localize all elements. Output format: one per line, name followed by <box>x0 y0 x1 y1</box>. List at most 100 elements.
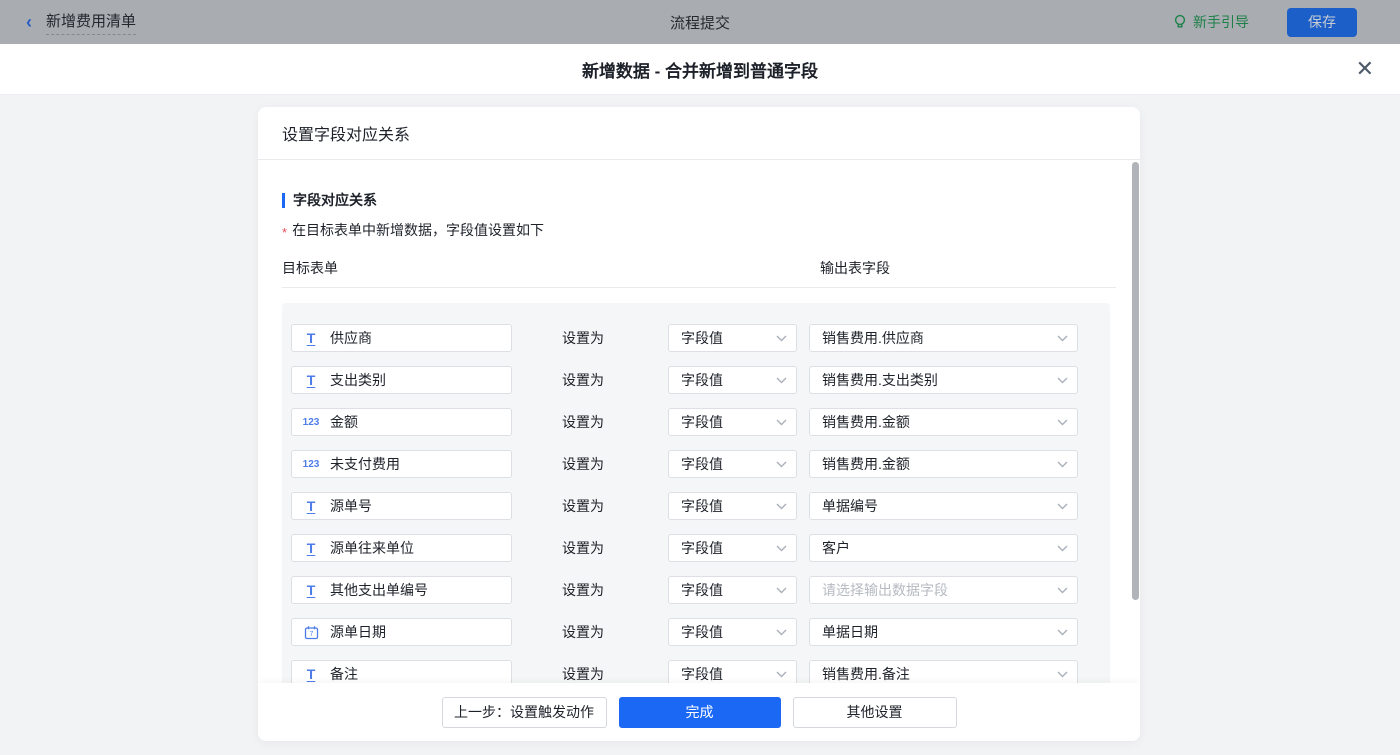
set-as-label: 设置为 <box>562 414 604 430</box>
output-field-select[interactable]: 请选择输出数据字段 <box>809 576 1078 604</box>
field-mapping-row: T 其他支出单编号 设置为 字段值 请选择输出数据字段 <box>291 569 1110 611</box>
target-field-name: 源单号 <box>330 498 372 514</box>
value-mode-select[interactable]: 字段值 <box>668 534 797 562</box>
field-mapping-row: T 源单号 设置为 字段值 单据编号 <box>291 485 1110 527</box>
target-field-box: T 其他支出单编号 <box>291 576 512 604</box>
set-as-label: 设置为 <box>562 582 604 598</box>
modal-body: 设置字段对应关系 字段对应关系 * 在目标表单中新增数据，字段值设置如下 目标表… <box>0 95 1400 755</box>
target-field-box: T 供应商 <box>291 324 512 352</box>
output-field-select[interactable]: 销售费用.备注 <box>809 660 1078 683</box>
number-field-icon: 123 <box>302 458 320 470</box>
chevron-down-icon <box>1057 335 1068 342</box>
set-as-label: 设置为 <box>562 624 604 640</box>
done-button[interactable]: 完成 <box>618 696 781 728</box>
column-headers: 目标表单 输出表字段 <box>282 256 1116 288</box>
output-field-select[interactable]: 单据编号 <box>809 492 1078 520</box>
field-mapping-row: 123 金额 设置为 字段值 销售费用.金额 <box>291 401 1110 443</box>
value-mode-select[interactable]: 字段值 <box>668 366 797 394</box>
chevron-down-icon <box>1057 545 1068 552</box>
beginner-guide-link[interactable]: 新手引导 <box>1173 12 1249 32</box>
topbar-left: ‹ 新增费用清单 <box>0 10 137 35</box>
set-as-label: 设置为 <box>562 456 604 472</box>
beginner-guide-label: 新手引导 <box>1193 14 1249 30</box>
target-field-name: 支出类别 <box>330 372 386 388</box>
field-mapping-row: T 供应商 设置为 字段值 销售费用.供应商 <box>291 317 1110 359</box>
value-mode-select[interactable]: 字段值 <box>668 324 797 352</box>
set-as-label: 设置为 <box>562 498 604 514</box>
text-field-icon: T <box>306 372 316 388</box>
text-field-icon: T <box>306 540 316 556</box>
text-field-icon: T <box>306 498 316 514</box>
section-title: 字段对应关系 <box>293 192 377 208</box>
close-icon[interactable]: ✕ <box>1356 58 1374 80</box>
vertical-scrollbar-thumb[interactable] <box>1132 162 1139 600</box>
output-field-select[interactable]: 销售费用.金额 <box>809 408 1078 436</box>
field-mapping-card: 设置字段对应关系 字段对应关系 * 在目标表单中新增数据，字段值设置如下 目标表… <box>258 107 1140 741</box>
chevron-down-icon <box>776 461 787 468</box>
chevron-down-icon <box>1057 503 1068 510</box>
section-head: 字段对应关系 <box>282 190 1116 210</box>
value-mode-select[interactable]: 字段值 <box>668 408 797 436</box>
card-header-title: 设置字段对应关系 <box>282 127 411 144</box>
chevron-down-icon <box>776 377 787 384</box>
target-field-box: 123 未支付费用 <box>291 450 512 478</box>
modal-title: 新增数据 - 合并新增到普通字段 <box>581 61 819 81</box>
field-mapping-row: T 源单往来单位 设置为 字段值 客户 <box>291 527 1110 569</box>
field-mapping-row: 123 未支付费用 设置为 字段值 销售费用.金额 <box>291 443 1110 485</box>
target-field-name: 源单日期 <box>330 624 386 640</box>
card-footer: 上一步：设置触发动作 完成 其他设置 <box>258 683 1140 741</box>
output-field-select[interactable]: 销售费用.供应商 <box>809 324 1078 352</box>
section-accent-bar <box>282 192 285 208</box>
chevron-down-icon <box>776 419 787 426</box>
target-field-box: 7 源单日期 <box>291 618 512 646</box>
field-mapping-row: T 备注 设置为 字段值 销售费用.备注 <box>291 653 1110 683</box>
set-as-label: 设置为 <box>562 540 604 556</box>
set-as-label: 设置为 <box>562 372 604 388</box>
text-field-icon: T <box>306 582 316 598</box>
number-field-icon: 123 <box>302 416 320 428</box>
value-mode-select[interactable]: 字段值 <box>668 492 797 520</box>
target-field-box: T 支出类别 <box>291 366 512 394</box>
target-field-name: 未支付费用 <box>330 456 400 472</box>
field-mapping-row: 7 源单日期 设置为 字段值 单据日期 <box>291 611 1110 653</box>
chevron-down-icon <box>1057 587 1068 594</box>
target-field-name: 金额 <box>330 414 358 430</box>
previous-step-button[interactable]: 上一步：设置触发动作 <box>441 696 607 728</box>
output-field-select[interactable]: 客户 <box>809 534 1078 562</box>
text-field-icon: T <box>306 666 316 682</box>
column-header-output-field: 输出表字段 <box>820 260 890 276</box>
topbar-right: 新手引导 保存 <box>1173 7 1400 37</box>
target-field-box: 123 金额 <box>291 408 512 436</box>
text-field-icon: T <box>306 330 316 346</box>
output-field-select[interactable]: 销售费用.金额 <box>809 450 1078 478</box>
save-button[interactable]: 保存 <box>1287 7 1357 37</box>
chevron-down-icon <box>1057 461 1068 468</box>
card-body: 字段对应关系 * 在目标表单中新增数据，字段值设置如下 目标表单 输出表字段 T… <box>258 160 1140 683</box>
card-header: 设置字段对应关系 <box>258 107 1140 160</box>
date-field-icon: 7 <box>302 625 320 640</box>
other-settings-button[interactable]: 其他设置 <box>792 696 957 728</box>
value-mode-select[interactable]: 字段值 <box>668 576 797 604</box>
flow-name-title[interactable]: 新增费用清单 <box>46 10 137 35</box>
value-mode-select[interactable]: 字段值 <box>668 450 797 478</box>
target-field-box: T 备注 <box>291 660 512 683</box>
output-field-select[interactable]: 销售费用.支出类别 <box>809 366 1078 394</box>
target-field-name: 供应商 <box>330 330 372 346</box>
mapping-note: * 在目标表单中新增数据，字段值设置如下 <box>282 220 1116 240</box>
value-mode-select[interactable]: 字段值 <box>668 660 797 683</box>
modal-header: 新增数据 - 合并新增到普通字段 ✕ <box>0 44 1400 95</box>
mapping-note-text: 在目标表单中新增数据，字段值设置如下 <box>292 222 545 238</box>
back-icon[interactable]: ‹ <box>26 13 32 31</box>
chevron-down-icon <box>1057 419 1068 426</box>
set-as-label: 设置为 <box>562 330 604 346</box>
set-as-label: 设置为 <box>562 666 604 682</box>
chevron-down-icon <box>776 545 787 552</box>
chevron-down-icon <box>1057 671 1068 678</box>
target-field-box: T 源单号 <box>291 492 512 520</box>
target-field-name: 源单往来单位 <box>330 540 414 556</box>
target-field-name: 备注 <box>330 666 358 682</box>
value-mode-select[interactable]: 字段值 <box>668 618 797 646</box>
chevron-down-icon <box>776 671 787 678</box>
field-mapping-rows: T 供应商 设置为 字段值 销售费用.供应商 T 支出类别 设置为 字段值 销售… <box>282 303 1110 683</box>
output-field-select[interactable]: 单据日期 <box>809 618 1078 646</box>
